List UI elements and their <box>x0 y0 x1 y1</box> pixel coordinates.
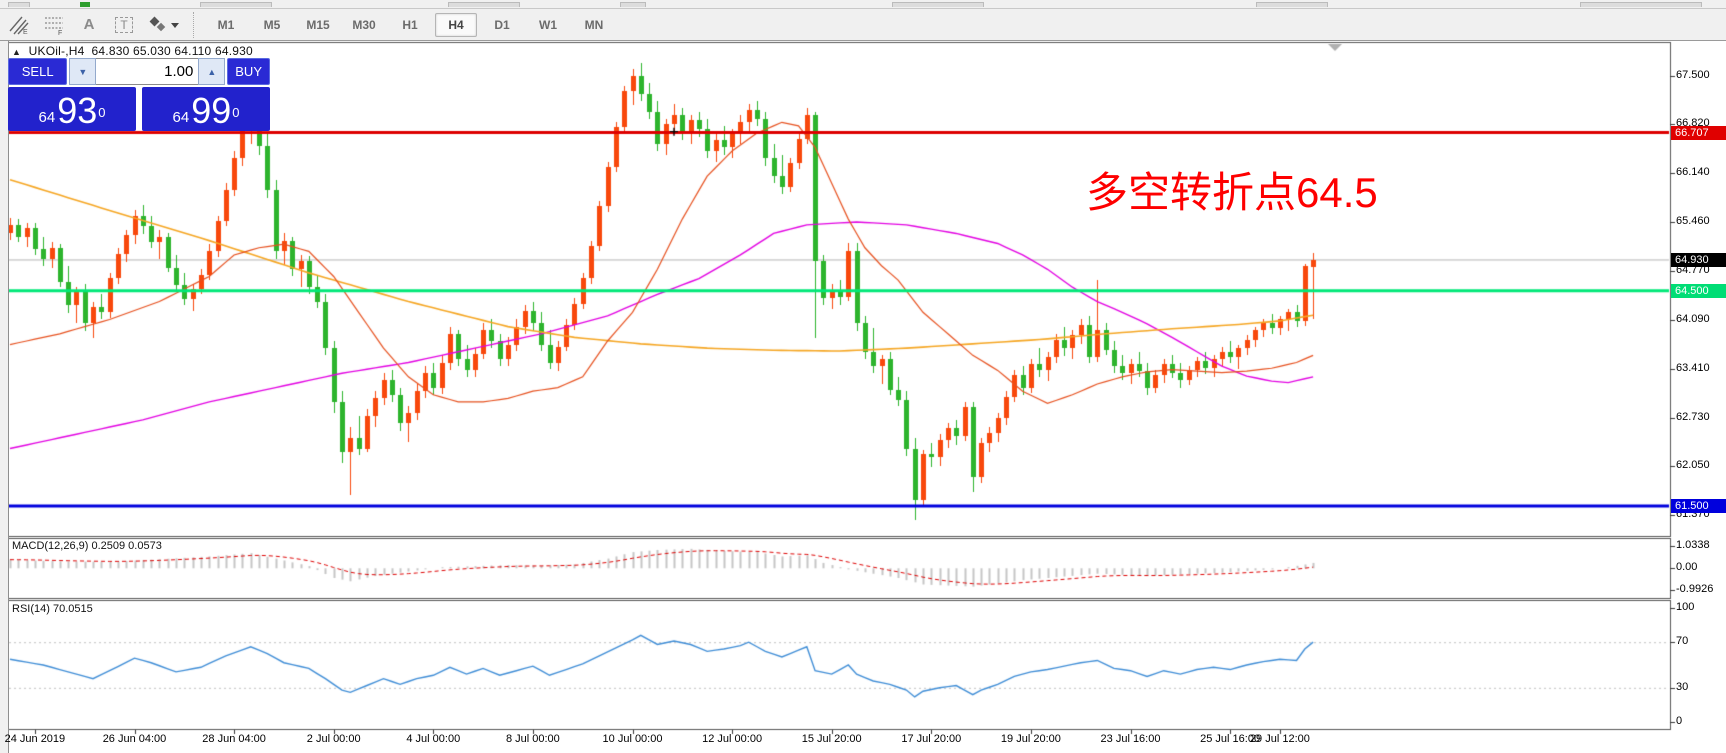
clipped-button <box>620 2 646 7</box>
trading-terminal: E F A T M1 M5 M15 M30 H1 H4 D1 W1 MN ▲ U… <box>0 0 1726 753</box>
time-tick-label: 10 Jul 00:00 <box>602 733 663 745</box>
price-line-badge: 64.500 <box>1671 283 1726 298</box>
time-tick-label: 2 Jul 00:00 <box>306 733 361 745</box>
price-tick-label: 67.500 <box>1676 68 1710 81</box>
clipped-icon-green <box>80 2 90 7</box>
rsi-tick-label: 70 <box>1676 635 1689 648</box>
rsi-tick-label: 30 <box>1676 680 1689 693</box>
time-tick-label: 23 Jul 16:00 <box>1100 733 1161 745</box>
buy-button[interactable]: BUY <box>227 58 270 85</box>
time-tick-label: 28 Jun 04:00 <box>202 733 266 745</box>
time-tick-label: 19 Jul 20:00 <box>1000 733 1061 745</box>
clipped-button <box>892 2 984 7</box>
chart-annotation-text: 多空转折点64.5 <box>1086 169 1378 216</box>
price-chart-canvas[interactable] <box>0 41 1726 753</box>
ask-pips: 99 <box>191 90 232 131</box>
ask-price-tile[interactable]: 64 99 0 <box>142 87 270 131</box>
symbol-ohlc-header: ▲ UKOil-,H4 64.830 65.030 64.110 64.930 <box>12 44 253 58</box>
one-click-trading-panel: SELL ▼ ▲ BUY 64930 64990 <box>8 58 270 131</box>
rsi-tick-label: 100 <box>1676 601 1695 613</box>
timeframe-h4[interactable]: H4 <box>435 12 477 37</box>
clipped-button <box>8 2 30 7</box>
timeframe-w1[interactable]: W1 <box>527 13 569 37</box>
equidistant-channel-icon[interactable]: E <box>3 11 35 39</box>
drawing-toolbar: E F A T M1 M5 M15 M30 H1 H4 D1 W1 MN <box>0 9 1726 41</box>
clipped-button <box>200 2 272 7</box>
time-tick-label: 8 Jul 00:00 <box>505 733 560 745</box>
timeframe-buttons: M1 M5 M15 M30 H1 H4 D1 W1 MN <box>205 12 619 37</box>
toolbar-overflow-strip <box>0 0 1726 9</box>
collapse-arrow-icon[interactable]: ▲ <box>12 47 21 57</box>
svg-text:E: E <box>23 29 28 35</box>
time-tick-label: 15 Jul 20:00 <box>801 733 862 745</box>
time-tick-label: 29 Jul 12:00 <box>1249 733 1310 745</box>
timeframe-m5[interactable]: M5 <box>251 13 293 37</box>
timeframe-h1[interactable]: H1 <box>389 13 431 37</box>
bid-pips: 93 <box>57 90 98 131</box>
timeframe-m1[interactable]: M1 <box>205 13 247 37</box>
rsi-tick-label: 0 <box>1676 715 1683 727</box>
macd-tick-label: 0.00 <box>1676 561 1698 574</box>
time-tick-label: 17 Jul 20:00 <box>901 733 962 745</box>
price-line-badge: 64.930 <box>1671 252 1726 267</box>
rsi-label: RSI(14) 70.0515 <box>12 603 93 615</box>
time-tick-label: 26 Jun 04:00 <box>102 733 167 745</box>
text-tool-icon[interactable]: A <box>73 11 105 39</box>
macd-tick-label: 1.0338 <box>1676 538 1710 551</box>
price-line-badge: 61.500 <box>1671 498 1726 513</box>
timeframe-d1[interactable]: D1 <box>481 13 523 37</box>
ohlc-values: 64.830 65.030 64.110 64.930 <box>91 44 253 58</box>
price-tick-label: 62.730 <box>1676 410 1710 423</box>
time-tick-label: 12 Jul 00:00 <box>702 733 763 745</box>
macd-label: MACD(12,26,9) 0.2509 0.0573 <box>12 540 162 552</box>
volume-input[interactable] <box>96 58 199 85</box>
timeframe-m15[interactable]: M15 <box>297 13 339 37</box>
volume-increase-button[interactable]: ▲ <box>198 58 226 85</box>
price-tick-label: 64.090 <box>1676 313 1710 326</box>
time-tick-label: 24 Jun 2019 <box>4 733 66 745</box>
label-tool-icon[interactable]: T <box>108 11 140 39</box>
arrows-tool-icon[interactable] <box>143 11 185 39</box>
price-tick-label: 66.140 <box>1676 166 1710 179</box>
bid-price-tile[interactable]: 64 93 0 <box>8 87 136 131</box>
price-tick-label: 65.460 <box>1676 214 1710 227</box>
bid-big-figure: 64 <box>38 109 56 126</box>
time-tick-label: 4 Jul 00:00 <box>406 733 461 745</box>
sell-button[interactable]: SELL <box>8 58 68 85</box>
macd-tick-label: -0.9926 <box>1676 582 1714 595</box>
clipped-button <box>1580 2 1702 7</box>
ask-pipette: 0 <box>232 105 240 120</box>
fibonacci-icon[interactable]: F <box>38 11 70 39</box>
volume-decrease-button[interactable]: ▼ <box>69 58 97 85</box>
svg-text:F: F <box>58 30 62 35</box>
price-tick-label: 63.410 <box>1676 361 1710 374</box>
chart-window[interactable]: ▲ UKOil-,H4 64.830 65.030 64.110 64.930 … <box>0 41 1726 753</box>
clipped-button <box>448 2 520 7</box>
price-line-badge: 66.707 <box>1671 125 1726 140</box>
clipped-button <box>1256 2 1328 7</box>
timeframe-m30[interactable]: M30 <box>343 13 385 37</box>
price-tick-label: 62.050 <box>1676 459 1710 472</box>
timeframe-mn[interactable]: MN <box>573 13 615 37</box>
symbol-name: UKOil-,H4 <box>28 44 85 58</box>
toolbar-separator <box>193 11 201 38</box>
bid-pipette: 0 <box>98 105 106 120</box>
ask-big-figure: 64 <box>172 109 190 126</box>
window-left-border <box>0 41 9 753</box>
